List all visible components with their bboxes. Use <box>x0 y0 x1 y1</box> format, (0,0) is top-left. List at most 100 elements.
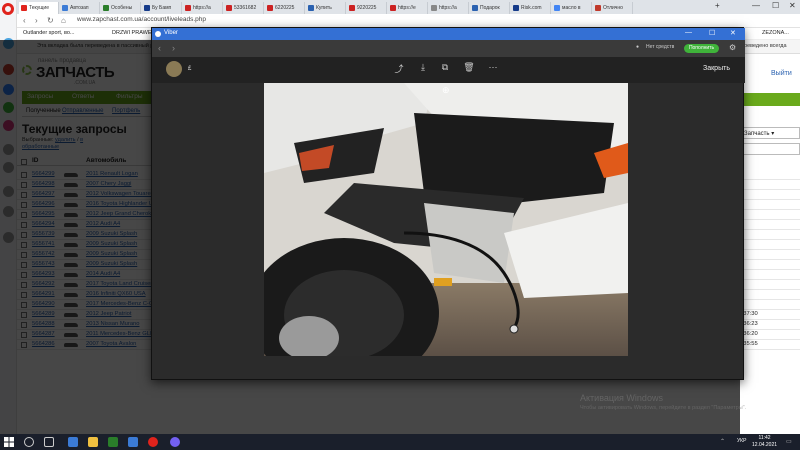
row-car-link[interactable]: 2012 Audi A4 <box>86 221 120 227</box>
row-id-link[interactable]: 5656741 <box>32 241 55 247</box>
browser-tab[interactable]: Особены <box>101 2 141 14</box>
tray-icons[interactable]: ⌃ <box>720 438 725 445</box>
browser-tab[interactable]: Отлично <box>593 2 633 14</box>
row-id-link[interactable]: 5656742 <box>32 251 55 257</box>
subnav-portfolio[interactable]: Портфель <box>112 108 140 114</box>
download-icon[interactable]: ⤓ <box>416 62 430 76</box>
browser-tab[interactable]: Купить <box>306 2 346 14</box>
home-icon[interactable] <box>3 38 14 49</box>
row-id-link[interactable]: 5664295 <box>32 211 55 217</box>
row-id-link[interactable]: 5664294 <box>32 221 55 227</box>
col-id[interactable]: ID <box>32 157 39 164</box>
close-browser-icon[interactable]: ✕ <box>789 1 796 10</box>
row-id-link[interactable]: 5664286 <box>32 341 55 347</box>
subnav-sent[interactable]: Отправленные <box>62 108 104 114</box>
viber-taskbar-icon[interactable] <box>170 437 180 447</box>
browser-tab[interactable]: Текущие <box>19 2 59 14</box>
row-checkbox[interactable] <box>21 192 27 198</box>
browser-tab[interactable]: https://a <box>183 2 223 14</box>
edge-icon[interactable] <box>68 437 78 447</box>
new-tab-icon[interactable]: + <box>715 1 720 10</box>
windows-start-icon[interactable] <box>4 437 14 447</box>
row-checkbox[interactable] <box>21 312 27 318</box>
explorer-icon[interactable] <box>88 437 98 447</box>
bulk-delete-link[interactable]: удалить <box>55 137 76 143</box>
browser-tab[interactable]: https://e <box>388 2 428 14</box>
share-icon[interactable]: ⤴ <box>392 62 406 76</box>
whatsapp-icon[interactable] <box>3 102 14 113</box>
store-icon[interactable] <box>108 437 118 447</box>
photo-viewer[interactable] <box>264 83 628 356</box>
browser-tab[interactable]: Risk.com <box>511 2 551 14</box>
history-icon[interactable] <box>3 144 14 155</box>
row-id-link[interactable]: 5664299 <box>32 171 55 177</box>
row-car-link[interactable]: 2012 Jeep Patriot <box>86 311 131 317</box>
bookmark-item[interactable]: ZEZONA... <box>762 30 789 36</box>
nav-filters[interactable]: Фильтры <box>116 93 143 100</box>
topup-button[interactable]: Пополнить <box>684 44 719 53</box>
row-car-link[interactable]: 2012 Volkswagen Touareg <box>86 191 154 197</box>
opera-logo-icon[interactable] <box>2 3 14 15</box>
row-checkbox[interactable] <box>21 222 27 228</box>
row-checkbox[interactable] <box>21 172 27 178</box>
row-car-link[interactable]: 2009 Suzuki Splash <box>86 231 137 237</box>
browser-tab[interactable]: Автозап <box>60 2 100 14</box>
row-id-link[interactable]: 5664287 <box>32 331 55 337</box>
browser-tab[interactable]: Подарок <box>470 2 510 14</box>
subnav-received[interactable]: Полученные <box>26 108 61 114</box>
downloads-icon[interactable] <box>3 162 14 173</box>
row-car-link[interactable]: 2009 Suzuki Splash <box>86 261 137 267</box>
row-checkbox[interactable] <box>21 292 27 298</box>
row-car-link[interactable]: 2007 Chery Jaggi <box>86 181 131 187</box>
url-field[interactable]: www.zapchast.com.ua/account/liveleads.ph… <box>77 16 206 23</box>
exit-link[interactable]: Выйти <box>771 70 792 77</box>
browser-tab[interactable]: 9220225 <box>347 2 387 14</box>
bulk-move-link[interactable]: в <box>80 137 83 143</box>
row-id-link[interactable]: 5656743 <box>32 261 55 267</box>
delete-icon[interactable]: 🗑 <box>462 62 476 76</box>
task-view-icon[interactable] <box>44 437 54 447</box>
browser-tab[interactable]: https://a <box>429 2 469 14</box>
row-checkbox[interactable] <box>21 262 27 268</box>
close-viewer-button[interactable]: Закрыть <box>703 65 730 72</box>
mail-icon[interactable] <box>128 437 138 447</box>
row-checkbox[interactable] <box>21 332 27 338</box>
forward-icon[interactable]: › <box>35 16 38 25</box>
messenger-icon[interactable] <box>3 84 14 95</box>
row-id-link[interactable]: 5664290 <box>32 301 55 307</box>
fullscreen-icon[interactable]: ⧉ <box>438 62 452 76</box>
row-car-link[interactable]: 2016 Infiniti QX60 USA <box>86 291 146 297</box>
row-checkbox[interactable] <box>21 322 27 328</box>
nav-answers[interactable]: Ответы <box>72 93 94 100</box>
row-checkbox[interactable] <box>21 252 27 258</box>
row-checkbox[interactable] <box>21 212 27 218</box>
close-window-icon[interactable]: ✕ <box>730 29 736 37</box>
location-icon[interactable] <box>3 232 14 243</box>
row-car-link[interactable]: 2009 Suzuki Splash <box>86 241 137 247</box>
row-id-link[interactable]: 5664297 <box>32 191 55 197</box>
reload-icon[interactable]: ↻ <box>47 16 54 25</box>
row-id-link[interactable]: 5664291 <box>32 291 55 297</box>
nav-requests[interactable]: Запросы <box>27 93 53 100</box>
browser-tab[interactable]: масло в <box>552 2 592 14</box>
instagram-icon[interactable] <box>3 120 14 131</box>
clock[interactable]: 11:42 12.04.2021 <box>752 435 777 449</box>
row-id-link[interactable]: 5664288 <box>32 321 55 327</box>
row-car-link[interactable]: 2017 Mercedes-Benz C-C <box>86 301 153 307</box>
row-checkbox[interactable] <box>21 242 27 248</box>
back-arrow-icon[interactable]: ‹ <box>158 43 161 53</box>
browser-tab[interactable]: Бу Бамп <box>142 2 182 14</box>
row-checkbox[interactable] <box>21 202 27 208</box>
notification-icon[interactable]: ▭ <box>786 438 792 445</box>
row-id-link[interactable]: 5664298 <box>32 181 55 187</box>
row-car-link[interactable]: 2012 Jeep Grand Cheroke <box>86 211 154 217</box>
maximize-icon[interactable]: ☐ <box>709 29 715 37</box>
row-checkbox[interactable] <box>21 342 27 348</box>
row-car-link[interactable]: 2016 Toyota Highlander U <box>86 201 153 207</box>
row-id-link[interactable]: 5664292 <box>32 281 55 287</box>
bookmark-item[interactable]: Outlander sport, во... <box>23 30 74 36</box>
back-icon[interactable]: ‹ <box>23 16 26 25</box>
forward-arrow-icon[interactable]: › <box>172 43 175 53</box>
row-car-link[interactable]: 2007 Toyota Avalon <box>86 341 136 347</box>
bulk-processed-link[interactable]: обработанные <box>22 144 59 150</box>
